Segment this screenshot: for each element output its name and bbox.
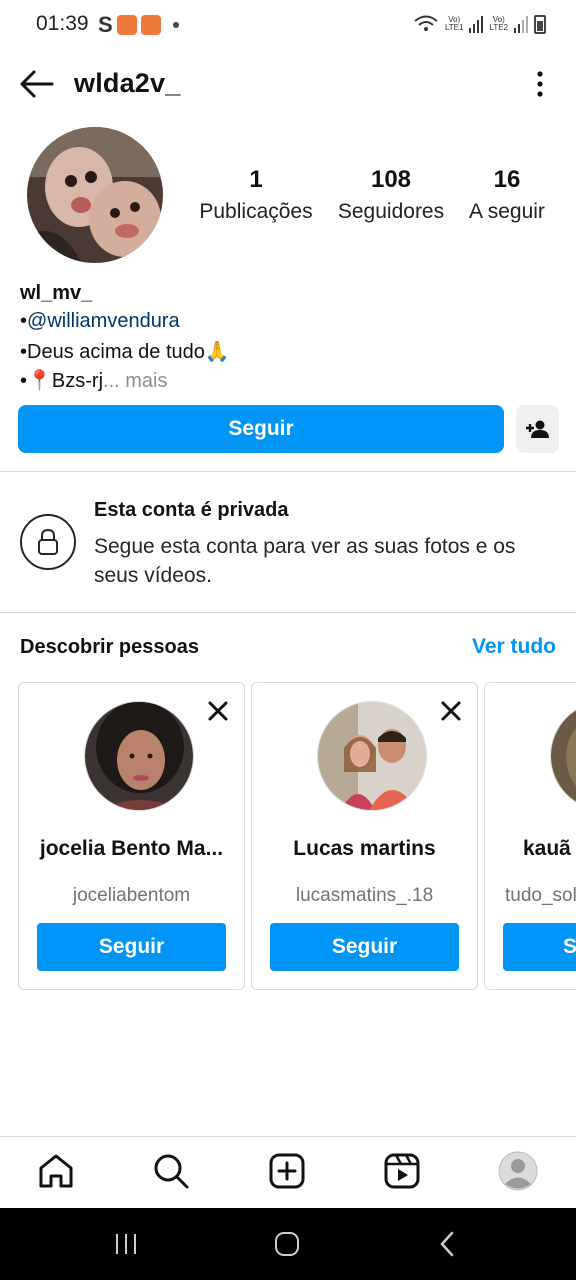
bio-line-2: •Deus acima de tudo🙏 <box>20 341 230 363</box>
posts-label: Publicações <box>199 200 313 223</box>
dismiss-suggestion-button[interactable] <box>439 699 463 723</box>
more-notifications-dot-icon <box>172 22 179 28</box>
system-navigation-bar <box>0 1208 576 1280</box>
close-icon <box>208 701 228 721</box>
divider <box>0 612 576 613</box>
reels-icon <box>384 1153 420 1189</box>
signal-icon <box>514 15 528 33</box>
private-account-description: Segue esta conta para ver as suas fotos … <box>94 535 516 587</box>
bio-line-1: •@williamvendura <box>20 310 180 333</box>
suggestion-name: jocelia Bento Ma... <box>39 837 224 860</box>
profile-header: wlda2v_ <box>0 50 576 116</box>
avatar-photo <box>85 702 193 810</box>
suggestion-card[interactable]: kauã tudo_sol S <box>484 682 576 990</box>
followers-count: 108 <box>370 166 412 193</box>
followers-label: Seguidores <box>337 200 445 223</box>
s-notification-icon: S <box>98 12 113 37</box>
suggestion-avatar[interactable] <box>84 701 194 811</box>
more-vertical-icon <box>537 71 543 97</box>
nav-search-button[interactable] <box>151 1151 191 1191</box>
nav-profile-button[interactable] <box>498 1151 538 1191</box>
add-post-icon <box>269 1153 305 1189</box>
suggestion-follow-button[interactable]: S <box>503 923 576 971</box>
app-notification-icon <box>140 15 161 35</box>
status-notification-icons: S <box>98 12 179 38</box>
suggestion-card[interactable]: jocelia Bento Ma... joceliabentom Seguir <box>18 682 245 990</box>
profile-avatar-icon <box>498 1151 538 1191</box>
suggested-accounts-button[interactable] <box>516 405 559 453</box>
chevron-left-icon <box>440 1231 454 1257</box>
options-menu-button[interactable] <box>528 70 552 100</box>
avatar-photo <box>551 702 576 810</box>
back-system-button[interactable] <box>428 1228 468 1260</box>
follow-button[interactable]: Seguir <box>18 405 504 453</box>
bio-line-3-text: •📍Bzs-rj <box>20 370 104 392</box>
suggestion-card[interactable]: Lucas martins lucasmatins_.18 Seguir <box>251 682 478 990</box>
bio-line-3: •📍Bzs-rj... mais <box>20 368 167 393</box>
posts-count: 1 <box>249 166 263 193</box>
signal-icon <box>469 15 484 33</box>
discover-people-title: Descobrir pessoas <box>20 636 199 658</box>
suggestion-follow-button[interactable]: Seguir <box>37 923 226 971</box>
back-button[interactable] <box>16 64 56 104</box>
recent-apps-button[interactable] <box>106 1228 146 1260</box>
dismiss-suggestion-button[interactable] <box>206 699 230 723</box>
suggestion-avatar[interactable] <box>550 701 576 811</box>
bio-mention-link[interactable]: @williamvendura <box>27 310 180 332</box>
suggestion-handle: joceliabentom <box>72 885 191 906</box>
close-icon <box>441 701 461 721</box>
home-icon <box>39 1154 73 1188</box>
avatar-photo <box>27 127 163 263</box>
suggestion-name: kauã <box>523 837 571 860</box>
bio-bullet: • <box>20 310 28 332</box>
private-account-title: Esta conta é privada <box>94 499 289 521</box>
suggestion-handle: lucasmatins_.18 <box>295 885 434 906</box>
home-circle-icon <box>275 1232 299 1256</box>
status-system-icons: Vo) LTE1 Vo) LTE2 <box>413 14 546 34</box>
page-title: wlda2v_ <box>74 68 181 98</box>
add-user-icon <box>525 420 549 438</box>
battery-icon <box>534 14 546 34</box>
profile-avatar[interactable] <box>27 127 163 263</box>
search-icon <box>154 1154 189 1189</box>
wifi-icon <box>414 15 438 31</box>
suggestion-avatar[interactable] <box>317 701 427 811</box>
recent-apps-icon <box>116 1234 136 1254</box>
posts-stat[interactable]: 1 Publicações <box>194 166 318 224</box>
bio-more-link[interactable]: ... mais <box>103 370 167 392</box>
status-time: 01:39 <box>36 12 89 35</box>
nav-reels-button[interactable] <box>382 1151 422 1191</box>
profile-name: wl_mv_ <box>20 282 93 304</box>
arrow-left-icon <box>20 70 54 98</box>
nav-create-button[interactable] <box>267 1151 307 1191</box>
sim2-label: Vo) LTE2 <box>489 15 508 32</box>
following-count: 16 <box>493 166 521 193</box>
bottom-navigation <box>0 1136 576 1208</box>
app-notification-icon <box>116 15 137 35</box>
suggestion-name: Lucas martins <box>293 837 436 860</box>
sim1-label: Vo) LTE1 <box>444 15 464 32</box>
following-stat[interactable]: 16 A seguir <box>464 166 550 224</box>
nav-home-button[interactable] <box>36 1151 76 1191</box>
home-system-button[interactable] <box>267 1228 307 1260</box>
lock-icon <box>38 528 58 555</box>
followers-stat[interactable]: 108 Seguidores <box>334 166 448 224</box>
divider <box>0 471 576 472</box>
private-lock-badge <box>20 514 76 570</box>
see-all-link[interactable]: Ver tudo <box>472 635 556 659</box>
following-label: A seguir <box>469 200 545 223</box>
avatar-photo <box>318 702 426 810</box>
suggestion-follow-button[interactable]: Seguir <box>270 923 459 971</box>
suggestion-handle: tudo_sol <box>505 885 576 906</box>
status-bar: 01:39 S Vo) LTE1 Vo) LTE2 <box>0 0 576 50</box>
